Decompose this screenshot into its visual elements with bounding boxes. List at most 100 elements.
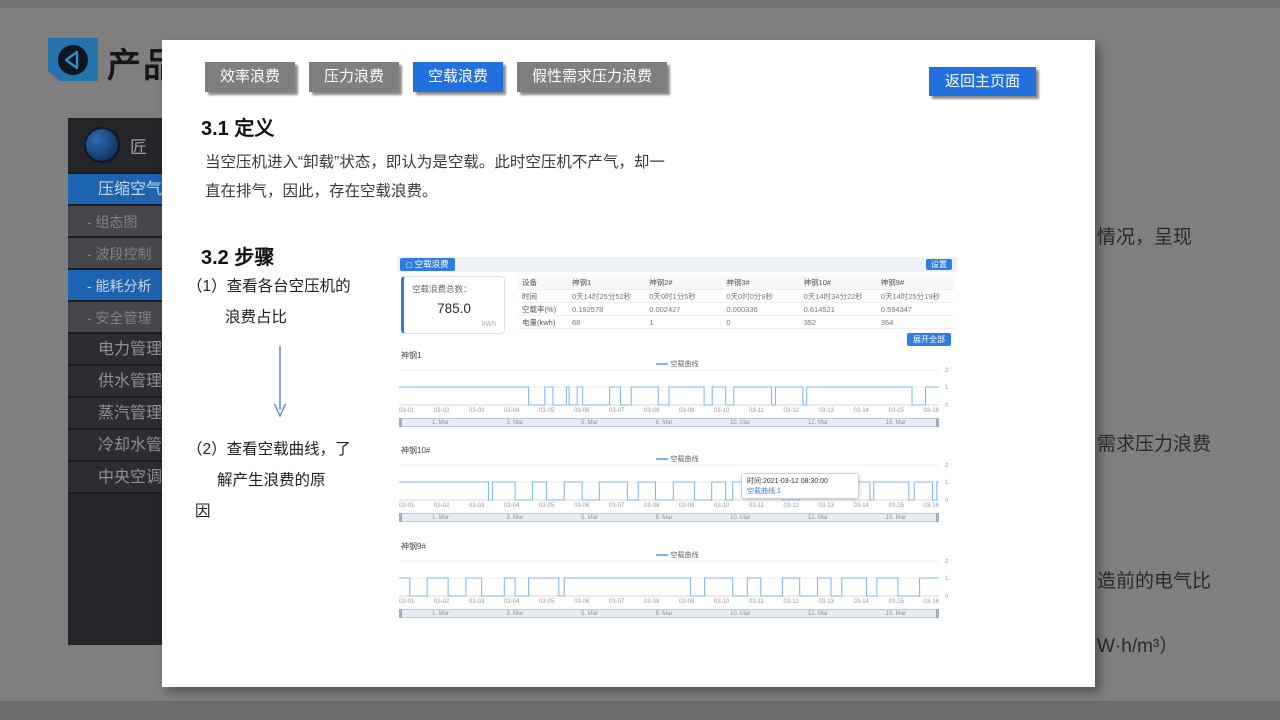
navigator-date-label: 8. Mar [656, 419, 673, 426]
x-tick-label: 03-05 [539, 408, 554, 414]
x-tick-label: 03-02 [434, 503, 449, 509]
legend-line-icon [656, 363, 668, 365]
navigator-date-label: 15. Mar [886, 419, 906, 426]
table-device-header-0: 神钢1 [568, 276, 645, 290]
back-arrow-badge[interactable] [48, 38, 98, 81]
svg-text:1: 1 [945, 385, 949, 391]
sidebar-item-0[interactable]: 压缩空气 [68, 174, 162, 206]
total-label: 空载浪费总数： [412, 283, 472, 295]
x-tick-label: 03-13 [819, 503, 834, 509]
definition-line-1: 直在排气，因此，存在空载浪费。 [205, 177, 735, 206]
chart-navigator[interactable]: 1. Mar3. Mar5. Mar8. Mar10. Mar12. Mar15… [399, 609, 939, 618]
x-tick-label: 03-04 [504, 599, 519, 605]
table-device-header-2: 神钢3# [722, 276, 799, 290]
x-tick-label: 03-06 [574, 599, 589, 605]
sidebar-item-3[interactable]: - 能耗分析 [68, 270, 162, 302]
definition-line-0: 当空压机进入“卸载”状态，即认为是空载。此时空压机不产气，却一 [205, 148, 735, 177]
bottom-band [0, 701, 1280, 720]
navigator-date-label: 12. Mar [808, 514, 828, 521]
tab-3[interactable]: 假性需求压力浪费 [517, 62, 667, 92]
panel-icon: ▢ [406, 259, 413, 272]
x-tick-label: 03-07 [609, 599, 624, 605]
table-cell-1-0: 0.192578 [568, 303, 645, 316]
navigator-date-label: 8. Mar [656, 514, 673, 521]
x-tick-label: 03-09 [679, 503, 694, 509]
table-cell-2-2: 0 [722, 316, 799, 329]
table-device-header-3: 神钢10# [800, 276, 877, 290]
x-tick-label: 03-11 [749, 408, 764, 414]
x-tick-label: 03-03 [469, 408, 484, 414]
chart-x-labels: 03-0103-0203-0303-0403-0503-0603-0703-08… [399, 408, 939, 414]
x-tick-label: 03-06 [574, 503, 589, 509]
x-tick-label: 03-06 [574, 408, 589, 414]
navigator-date-label: 15. Mar [886, 514, 906, 521]
x-tick-label: 03-15 [889, 503, 904, 509]
sidebar-item-6[interactable]: 供水管理 [68, 366, 162, 398]
x-tick-label: 03-16 [924, 599, 939, 605]
sidebar-item-2[interactable]: - 波段控制 [68, 238, 162, 270]
sidebar-header: 匠 [68, 118, 162, 174]
navigator-date-label: 1. Mar [432, 610, 449, 617]
x-tick-label: 03-04 [504, 503, 519, 509]
svg-text:0: 0 [945, 594, 949, 600]
sidebar-item-9[interactable]: 中央空调管 [68, 462, 162, 494]
navigator-date-label: 10. Mar [730, 419, 750, 426]
x-tick-label: 03-10 [714, 503, 729, 509]
sidebar-item-4[interactable]: - 安全管理 [68, 302, 162, 334]
navigator-date-label: 10. Mar [730, 514, 750, 521]
sidebar-item-5[interactable]: 电力管理 [68, 334, 162, 366]
chart-1: 神钢10#空载曲线21003-0103-0203-0303-0403-0503-… [399, 445, 955, 533]
x-tick-label: 03-11 [749, 599, 764, 605]
svg-text:2: 2 [945, 463, 949, 469]
table-cell-1-3: 0.614521 [800, 303, 877, 316]
background-fragment-0: 情况，呈现 [1097, 222, 1192, 249]
tab-0[interactable]: 效率浪费 [205, 62, 295, 92]
x-tick-label: 03-12 [784, 503, 799, 509]
x-tick-label: 03-14 [854, 599, 869, 605]
background-fragment-1: 需求压力浪费 [1097, 429, 1211, 456]
brand-logo-icon [84, 127, 120, 163]
navigator-date-label: 10. Mar [730, 610, 750, 617]
x-tick-label: 03-14 [854, 503, 869, 509]
table-cell-2-3: 352 [800, 316, 877, 329]
x-tick-label: 03-05 [539, 503, 554, 509]
x-tick-label: 03-01 [399, 408, 414, 414]
dashboard-screenshot: ▢空载浪费 设置 空载浪费总数： 785.0 kWh 设备神钢1神钢2#神钢3#… [397, 257, 957, 628]
settings-button: 设置 [926, 259, 952, 270]
x-tick-label: 03-05 [539, 599, 554, 605]
x-tick-label: 03-01 [399, 599, 414, 605]
navigator-date-label: 12. Mar [808, 419, 828, 426]
svg-text:2: 2 [945, 559, 949, 565]
definition-text: 当空压机进入“卸载”状态，即认为是空载。此时空压机不产气，却一直在排气，因此，存… [205, 148, 735, 206]
tab-1[interactable]: 压力浪费 [309, 62, 399, 92]
return-main-button[interactable]: 返回主页面 [929, 67, 1036, 96]
navigator-date-label: 5. Mar [581, 610, 598, 617]
x-tick-label: 03-10 [714, 599, 729, 605]
step-2-text: （2）查看空载曲线，了解产生浪费的原因 [187, 434, 382, 527]
sidebar-item-8[interactable]: 冷却水管理 [68, 430, 162, 462]
table-row-label-2: 电量(kwh) [518, 316, 568, 329]
expand-all-button: 展开全部 [907, 333, 951, 346]
x-tick-label: 03-12 [784, 408, 799, 414]
chart-navigator[interactable]: 1. Mar3. Mar5. Mar8. Mar10. Mar12. Mar15… [399, 418, 939, 427]
navigator-date-label: 1. Mar [432, 514, 449, 521]
step2-line-2: 因 [187, 496, 382, 527]
top-band [0, 0, 1280, 8]
navigator-date-label: 5. Mar [581, 514, 598, 521]
chart-navigator[interactable]: 1. Mar3. Mar5. Mar8. Mar10. Mar12. Mar15… [399, 513, 939, 522]
table-cell-1-2: 0.000336 [722, 303, 799, 316]
x-tick-label: 03-08 [644, 503, 659, 509]
idle-curve-plot: 210 [399, 367, 955, 411]
sidebar-item-1[interactable]: - 组态图 [68, 206, 162, 238]
table-row-label-0: 时间 [518, 290, 568, 303]
sidebar-item-7[interactable]: 蒸汽管理 [68, 398, 162, 430]
tab-2[interactable]: 空载浪费 [413, 62, 503, 92]
x-tick-label: 03-02 [434, 599, 449, 605]
chart-2: 神钢9#空载曲线21003-0103-0203-0303-0403-0503-0… [399, 541, 955, 629]
total-unit: kWh [482, 321, 496, 328]
navigator-date-label: 15. Mar [886, 610, 906, 617]
legend-line-icon [656, 554, 668, 556]
chart-0: 神钢1空载曲线21003-0103-0203-0303-0403-0503-06… [399, 350, 955, 438]
x-tick-label: 03-03 [469, 599, 484, 605]
x-tick-label: 03-14 [854, 408, 869, 414]
